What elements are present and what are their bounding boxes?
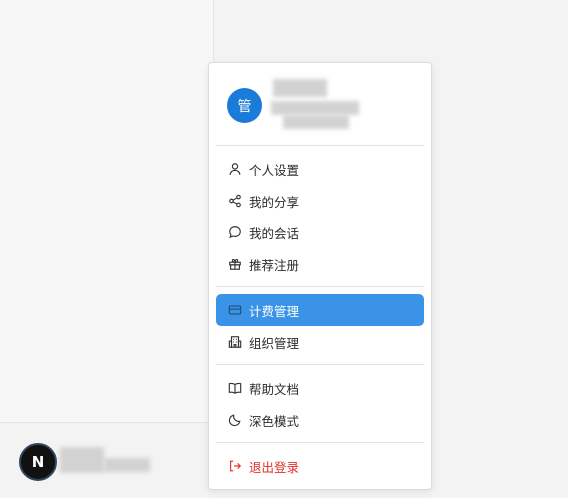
blurred-account-email	[271, 101, 359, 115]
menu-item-label: 退出登录	[249, 459, 300, 475]
chat-icon	[228, 225, 242, 239]
menu-item-dark-mode[interactable]: 深色模式	[216, 404, 424, 436]
menu-item-label: 个人设置	[249, 162, 300, 178]
user-avatar[interactable]: N	[19, 443, 57, 481]
menu-item-label: 我的分享	[249, 194, 300, 210]
menu-item-logout[interactable]: 退出登录	[216, 450, 424, 482]
menu-item-label: 我的会话	[249, 225, 300, 241]
menu-item-my-shares[interactable]: 我的分享	[216, 185, 424, 217]
menu-divider	[216, 364, 424, 365]
menu-item-billing-management[interactable]: 计费管理	[216, 294, 424, 326]
credit-card-icon	[228, 303, 242, 317]
menu-divider	[216, 286, 424, 287]
menu-item-my-conversations[interactable]: 我的会话	[216, 216, 424, 248]
share-icon	[228, 194, 242, 208]
menu-item-label: 帮助文档	[249, 381, 300, 397]
menu-item-organization-management[interactable]: 组织管理	[216, 326, 424, 358]
user-dropdown-menu: 管 个人设置 我的分享 我的会话 推荐注册 计费管理 组织管理 帮助文档 深色模…	[208, 62, 432, 490]
blurred-username	[60, 447, 104, 473]
menu-item-referral-signup[interactable]: 推荐注册	[216, 248, 424, 280]
moon-icon	[228, 413, 242, 427]
account-avatar: 管	[227, 88, 262, 123]
user-avatar-letter: N	[31, 453, 45, 471]
menu-item-label: 深色模式	[249, 413, 300, 429]
blurred-username-tail	[104, 458, 150, 472]
menu-header: 管	[209, 63, 431, 147]
menu-item-personal-settings[interactable]: 个人设置	[216, 153, 424, 185]
menu-item-label: 计费管理	[249, 303, 300, 319]
book-icon	[228, 381, 242, 395]
blurred-account-email-2	[283, 115, 349, 129]
menu-item-label: 推荐注册	[249, 257, 300, 273]
menu-divider	[216, 145, 424, 146]
menu-divider	[216, 442, 424, 443]
gift-icon	[228, 257, 242, 271]
logout-icon	[228, 459, 242, 473]
blurred-account-name	[273, 79, 327, 97]
menu-item-help-docs[interactable]: 帮助文档	[216, 372, 424, 404]
user-icon	[228, 162, 242, 176]
menu-item-label: 组织管理	[249, 335, 300, 351]
building-icon	[228, 335, 242, 349]
account-avatar-char: 管	[237, 98, 252, 115]
